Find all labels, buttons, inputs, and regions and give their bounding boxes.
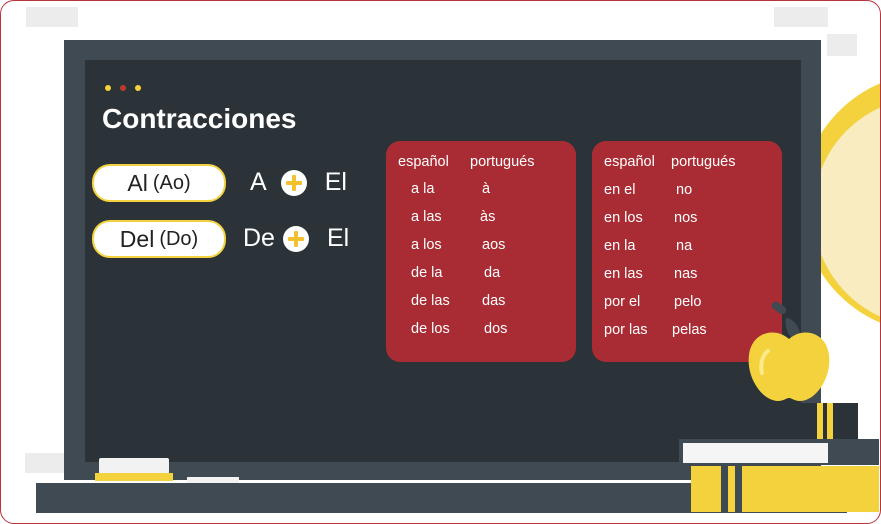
- table-cell-spanish: a la: [411, 181, 435, 197]
- table-cell-spanish: de la: [411, 265, 443, 281]
- column-header-portuguese: portugués: [470, 154, 535, 170]
- contraction-word: Del: [119, 225, 155, 252]
- table-cell-portuguese: às: [480, 209, 496, 225]
- table-cell-portuguese: da: [484, 265, 501, 281]
- table-cell-spanish: en las: [604, 266, 643, 282]
- table-cell-spanish: en el: [604, 182, 636, 198]
- contraction-pill-al: Al (Ao): [92, 164, 226, 202]
- dot-icon: [120, 85, 126, 91]
- table-cell-portuguese: aos: [482, 237, 506, 253]
- table-cell-portuguese: à: [482, 181, 491, 197]
- book-stripe: [721, 466, 728, 512]
- table-cell-spanish: de los: [411, 321, 450, 337]
- book-stripe: [827, 403, 833, 439]
- contraction-word: Al: [127, 169, 148, 196]
- table-cell-spanish: de las: [411, 293, 450, 309]
- table-cell-portuguese: no: [676, 182, 693, 198]
- column-header-spanish: español: [604, 154, 655, 170]
- placeholder-block: [827, 34, 857, 56]
- book-stripe: [735, 466, 742, 512]
- book-stripe: [817, 403, 823, 439]
- table-cell-portuguese: na: [676, 238, 693, 254]
- placeholder-block: [25, 453, 65, 473]
- contraction-portuguese: (Do): [159, 227, 199, 250]
- table-cell-spanish: a los: [411, 237, 442, 253]
- equation-left: De: [243, 224, 275, 252]
- book-bottom: [691, 466, 879, 512]
- column-header-portuguese: portugués: [671, 154, 736, 170]
- chalk-icon: [187, 477, 239, 483]
- placeholder-block: [774, 7, 828, 27]
- table-cell-spanish: por el: [604, 294, 641, 310]
- table-cell-portuguese: dos: [484, 321, 508, 337]
- table-cell-spanish: en la: [604, 238, 636, 254]
- page-title: Contracciones: [102, 103, 297, 134]
- dot-icon: [105, 85, 111, 91]
- table-cell-spanish: en los: [604, 210, 643, 226]
- equation-right: El: [326, 224, 350, 252]
- contraction-pill-del: Del (Do): [92, 220, 226, 258]
- book-pages: [683, 443, 828, 463]
- table-cell-portuguese: pelas: [672, 322, 707, 338]
- dot-icon: [135, 85, 141, 91]
- books-icon: [713, 403, 858, 439]
- eraser-icon: [99, 458, 169, 474]
- table-cell-portuguese: das: [482, 293, 506, 309]
- window-dots: [105, 85, 141, 91]
- table-cell-portuguese: nas: [674, 266, 698, 282]
- plus-circle-icon: [282, 225, 309, 252]
- slide-frame: Contracciones Al (Ao) A El Del (Do) De E…: [0, 0, 881, 524]
- eraser-base: [95, 473, 173, 481]
- table-cell-spanish: por las: [604, 322, 648, 338]
- contraction-equation-al: A El: [250, 168, 347, 197]
- contraction-equation-del: De El: [243, 224, 349, 253]
- placeholder-block: [26, 7, 78, 27]
- apple-icon: [748, 332, 830, 401]
- column-header-spanish: español: [398, 154, 449, 170]
- table-cell-spanish: a las: [411, 209, 442, 225]
- equation-right: El: [324, 168, 347, 196]
- plus-circle-icon: [280, 169, 307, 196]
- equation-left: A: [250, 168, 267, 196]
- contraction-table-1: español portugués a la à a las às a los …: [386, 141, 576, 362]
- table-cell-portuguese: nos: [674, 210, 698, 226]
- table-cell-portuguese: pelo: [674, 294, 702, 310]
- contraction-portuguese: (Ao): [152, 171, 191, 194]
